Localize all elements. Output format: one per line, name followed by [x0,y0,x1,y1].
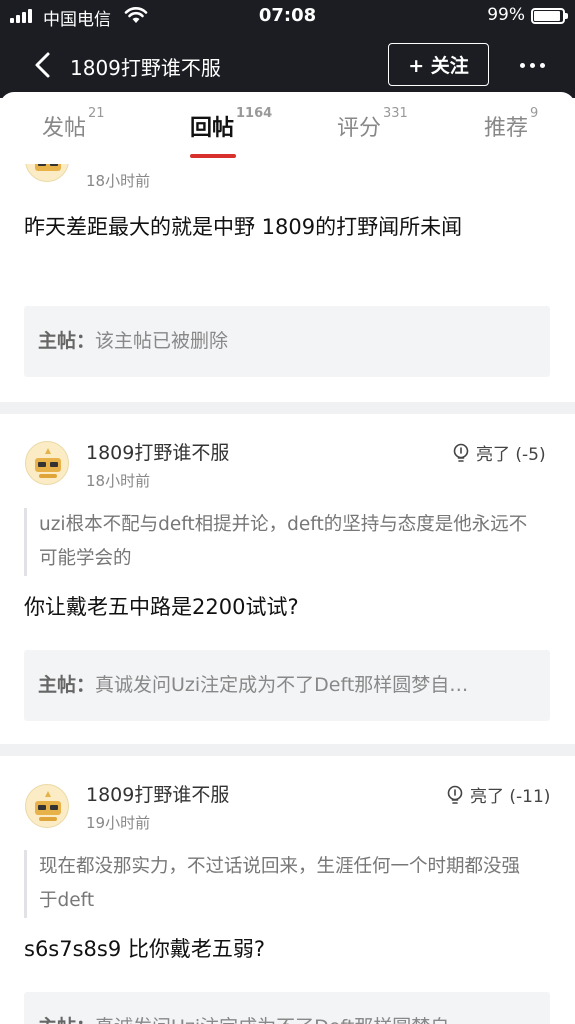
tab-replies[interactable]: 回帖1164 [190,106,272,142]
light-count: 亮了 (-5) [476,445,546,465]
tab-label: 推荐 [484,116,529,141]
reply-text: 你让戴老五中路是2200试试? [24,595,299,619]
light-count: 亮了 (-11) [470,787,551,807]
divider [0,744,575,756]
main-post-reference[interactable]: 主帖：真诚发问Uzi注定成为不了Deft那样圆梦自… [24,650,550,721]
battery-fill [534,11,560,21]
follow-button[interactable]: + 关注 [388,43,489,86]
reply-text: s6s7s8s9 比你戴老五弱? [24,937,266,961]
top-bar: 中国电信 07:08 99% 1809打野谁不服 + 关注 [0,0,575,98]
timestamp: 19小时前 [86,814,151,832]
main-post-text: 该主帖已被删除 [95,330,229,352]
tab-ratings[interactable]: 评分331 [337,106,408,142]
avatar[interactable] [25,784,69,828]
quoted-text: uzi根本不配与deft相提并论，deft的坚持与态度是他永远不可能学会的 [24,508,534,576]
avatar-icon [35,164,61,171]
reply-card: 18小时前 昨天差距最大的就是中野 1809的打野闻所未闻 主帖：该主帖已被删除 [0,164,575,402]
tab-bar: 发帖21 回帖1164 评分331 推荐9 [0,92,575,158]
main-post-label: 主帖： [38,330,96,352]
page-title: 1809打野谁不服 [70,56,221,80]
main-post-label: 主帖： [38,674,96,696]
avatar-icon [35,791,61,821]
light-button[interactable]: 亮了 (-5) [452,440,546,465]
quoted-text: 现在都没那实力，不过话说回来，生涯任何一个时期都没强于deft [24,850,534,918]
battery-percent: 99% [487,5,525,25]
nav-bar: 1809打野谁不服 + 关注 [0,36,575,94]
active-tab-indicator [190,154,236,158]
avatar[interactable] [25,164,69,182]
reply-feed[interactable]: 18小时前 昨天差距最大的就是中野 1809的打野闻所未闻 主帖：该主帖已被删除… [0,164,575,1024]
light-button[interactable]: 亮了 (-11) [446,782,550,807]
back-arrow-icon[interactable] [28,50,58,80]
username[interactable]: 1809打野谁不服 [86,438,229,465]
battery-icon [531,8,568,24]
username[interactable]: 1809打野谁不服 [86,780,229,807]
main-post-reference[interactable]: 主帖：该主帖已被删除 [24,306,550,377]
lightbulb-icon [453,443,469,462]
tab-count: 21 [88,106,105,121]
reply-card: 1809打野谁不服 19小时前 亮了 (-11) 现在都没那实力，不过话说回来，… [0,756,575,1024]
avatar-icon [35,448,61,478]
status-bar: 中国电信 07:08 99% [0,0,575,32]
tab-count: 9 [530,106,539,121]
reply-card: 1809打野谁不服 18小时前 亮了 (-5) uzi根本不配与deft相提并论… [0,414,575,744]
tab-count: 1164 [236,106,273,121]
timestamp: 18小时前 [86,472,151,490]
tab-label: 评分 [337,116,382,141]
tab-label: 发帖 [42,116,87,141]
more-icon[interactable] [514,50,550,80]
tab-count: 331 [383,106,408,121]
tab-posts[interactable]: 发帖21 [42,106,105,142]
timestamp: 18小时前 [86,172,151,190]
main-post-label: 主帖： [38,1016,95,1024]
main-post-reference[interactable]: 主帖：真诚发问Uzi注定成为不了Deft那样圆梦自… [24,992,550,1024]
tab-recommend[interactable]: 推荐9 [484,106,538,142]
main-post-text: 真诚发问Uzi注定成为不了Deft那样圆梦自… [95,1016,468,1024]
tab-label: 回帖 [190,116,235,141]
reply-text: 昨天差距最大的就是中野 1809的打野闻所未闻 [24,215,463,239]
avatar[interactable] [25,441,69,485]
main-post-text: 真诚发问Uzi注定成为不了Deft那样圆梦自… [95,674,469,696]
lightbulb-icon [447,785,463,804]
divider [0,402,575,414]
